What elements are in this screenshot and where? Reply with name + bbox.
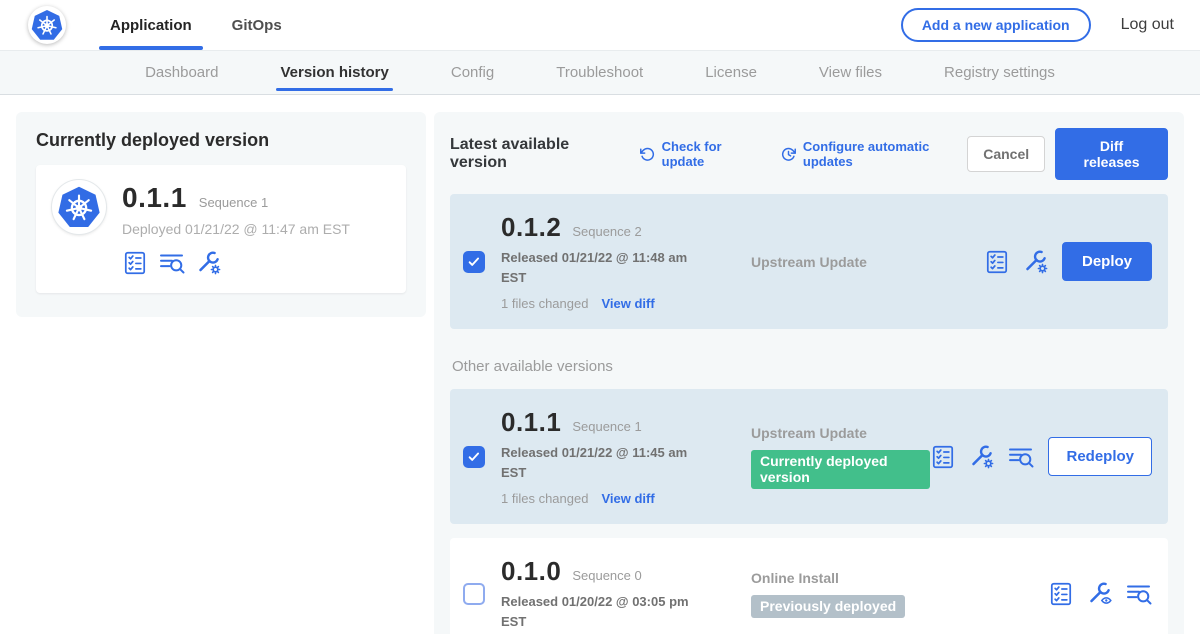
sequence-label: Sequence 0 bbox=[572, 568, 641, 583]
other-versions-title: Other available versions bbox=[452, 358, 1168, 375]
deploy-logs-icon[interactable] bbox=[1126, 581, 1152, 607]
deploy-button[interactable]: Deploy bbox=[1062, 242, 1152, 281]
subnav-dashboard[interactable]: Dashboard bbox=[145, 51, 218, 94]
version-row-0-1-0: 0.1.0 Sequence 0 Released 01/20/22 @ 03:… bbox=[450, 538, 1168, 634]
app-sub-nav: Dashboard Version history Config Trouble… bbox=[0, 50, 1200, 95]
kubernetes-logo-icon bbox=[28, 6, 66, 44]
version-actions: Redeploy bbox=[930, 437, 1152, 476]
check-for-update-label: Check for update bbox=[662, 139, 758, 169]
version-source: Upstream Update bbox=[709, 254, 984, 270]
released-timestamp: Released 01/21/22 @ 11:45 am EST bbox=[501, 443, 689, 482]
preflight-checks-icon[interactable] bbox=[122, 250, 148, 276]
version-info: 0.1.2 Sequence 2 Released 01/21/22 @ 11:… bbox=[501, 212, 709, 311]
version-info: 0.1.0 Sequence 0 Released 01/20/22 @ 03:… bbox=[501, 556, 709, 631]
subnav-registry-settings[interactable]: Registry settings bbox=[944, 51, 1055, 94]
preflight-checks-icon[interactable] bbox=[1048, 581, 1074, 607]
deployed-version-card: 0.1.1 Sequence 1 Deployed 01/21/22 @ 11:… bbox=[36, 165, 406, 293]
deployed-sequence-label: Sequence 1 bbox=[199, 195, 268, 210]
version-checkbox[interactable] bbox=[463, 251, 485, 273]
sequence-label: Sequence 1 bbox=[572, 419, 641, 434]
view-config-icon[interactable] bbox=[1087, 581, 1113, 607]
checkmark-icon bbox=[467, 450, 481, 464]
source-label: Upstream Update bbox=[751, 425, 930, 441]
refresh-icon bbox=[639, 146, 656, 163]
available-versions-panel: Latest available version Check for updat… bbox=[434, 112, 1184, 634]
available-panel-title: Latest available version bbox=[450, 136, 617, 172]
subnav-view-files[interactable]: View files bbox=[819, 51, 882, 94]
version-checkbox[interactable] bbox=[463, 583, 485, 605]
currently-deployed-badge: Currently deployed version bbox=[751, 450, 930, 489]
view-diff-link[interactable]: View diff bbox=[601, 296, 654, 311]
version-row-0-1-1: 0.1.1 Sequence 1 Released 01/21/22 @ 11:… bbox=[450, 389, 1168, 524]
version-checkbox[interactable] bbox=[463, 446, 485, 468]
available-panel-header: Latest available version Check for updat… bbox=[450, 128, 1168, 180]
subnav-config[interactable]: Config bbox=[451, 51, 494, 94]
sequence-label: Sequence 2 bbox=[572, 224, 641, 239]
files-changed-label: 1 files changed bbox=[501, 491, 588, 506]
tab-application[interactable]: Application bbox=[90, 0, 212, 50]
clock-refresh-icon bbox=[780, 146, 797, 163]
configure-automatic-updates-label: Configure automatic updates bbox=[803, 139, 967, 169]
logout-link[interactable]: Log out bbox=[1121, 16, 1174, 34]
edit-config-icon[interactable] bbox=[969, 444, 995, 470]
files-changed-label: 1 files changed bbox=[501, 296, 588, 311]
edit-config-icon[interactable] bbox=[196, 250, 222, 276]
checkmark-icon bbox=[467, 255, 481, 269]
version-actions: Deploy bbox=[984, 242, 1152, 281]
version-number: 0.1.2 bbox=[501, 212, 561, 243]
currently-deployed-panel: Currently deployed version 0.1.1 Sequenc… bbox=[16, 112, 426, 317]
redeploy-button[interactable]: Redeploy bbox=[1048, 437, 1152, 476]
deploy-logs-icon[interactable] bbox=[159, 250, 185, 276]
edit-config-icon[interactable] bbox=[1023, 249, 1049, 275]
tab-gitops-label: GitOps bbox=[232, 17, 282, 34]
configure-automatic-updates-link[interactable]: Configure automatic updates bbox=[780, 139, 967, 169]
released-timestamp: Released 01/20/22 @ 03:05 pm EST bbox=[501, 592, 689, 631]
tab-gitops[interactable]: GitOps bbox=[212, 0, 302, 50]
top-nav: Application GitOps Add a new application… bbox=[0, 0, 1200, 50]
preflight-checks-icon[interactable] bbox=[930, 444, 956, 470]
main-content: Currently deployed version 0.1.1 Sequenc… bbox=[0, 95, 1200, 634]
version-actions bbox=[1048, 581, 1152, 607]
deployed-version-number: 0.1.1 bbox=[122, 182, 187, 214]
version-source: Upstream Update Currently deployed versi… bbox=[709, 425, 930, 489]
previously-deployed-badge: Previously deployed bbox=[751, 595, 905, 618]
add-application-button[interactable]: Add a new application bbox=[901, 8, 1091, 42]
deployed-timestamp: Deployed 01/21/22 @ 11:47 am EST bbox=[122, 221, 350, 237]
deploy-logs-icon[interactable] bbox=[1008, 444, 1034, 470]
version-number: 0.1.1 bbox=[501, 407, 561, 438]
version-source: Online Install Previously deployed bbox=[709, 570, 1048, 618]
subnav-troubleshoot[interactable]: Troubleshoot bbox=[556, 51, 643, 94]
app-logo-icon bbox=[52, 180, 106, 234]
preflight-checks-icon[interactable] bbox=[984, 249, 1010, 275]
view-diff-link[interactable]: View diff bbox=[601, 491, 654, 506]
source-label: Online Install bbox=[751, 570, 1048, 586]
top-nav-tabs: Application GitOps bbox=[90, 0, 302, 50]
check-for-update-link[interactable]: Check for update bbox=[639, 139, 758, 169]
version-number: 0.1.0 bbox=[501, 556, 561, 587]
subnav-license[interactable]: License bbox=[705, 51, 757, 94]
subnav-version-history[interactable]: Version history bbox=[280, 51, 388, 94]
version-row-0-1-2: 0.1.2 Sequence 2 Released 01/21/22 @ 11:… bbox=[450, 194, 1168, 329]
deployed-version-info: 0.1.1 Sequence 1 Deployed 01/21/22 @ 11:… bbox=[122, 180, 350, 276]
cancel-button[interactable]: Cancel bbox=[967, 136, 1045, 172]
tab-application-label: Application bbox=[110, 17, 192, 34]
deployed-panel-title: Currently deployed version bbox=[36, 130, 406, 151]
source-label: Upstream Update bbox=[751, 254, 984, 270]
released-timestamp: Released 01/21/22 @ 11:48 am EST bbox=[501, 248, 689, 287]
version-info: 0.1.1 Sequence 1 Released 01/21/22 @ 11:… bbox=[501, 407, 709, 506]
diff-releases-button[interactable]: Diff releases bbox=[1055, 128, 1168, 180]
